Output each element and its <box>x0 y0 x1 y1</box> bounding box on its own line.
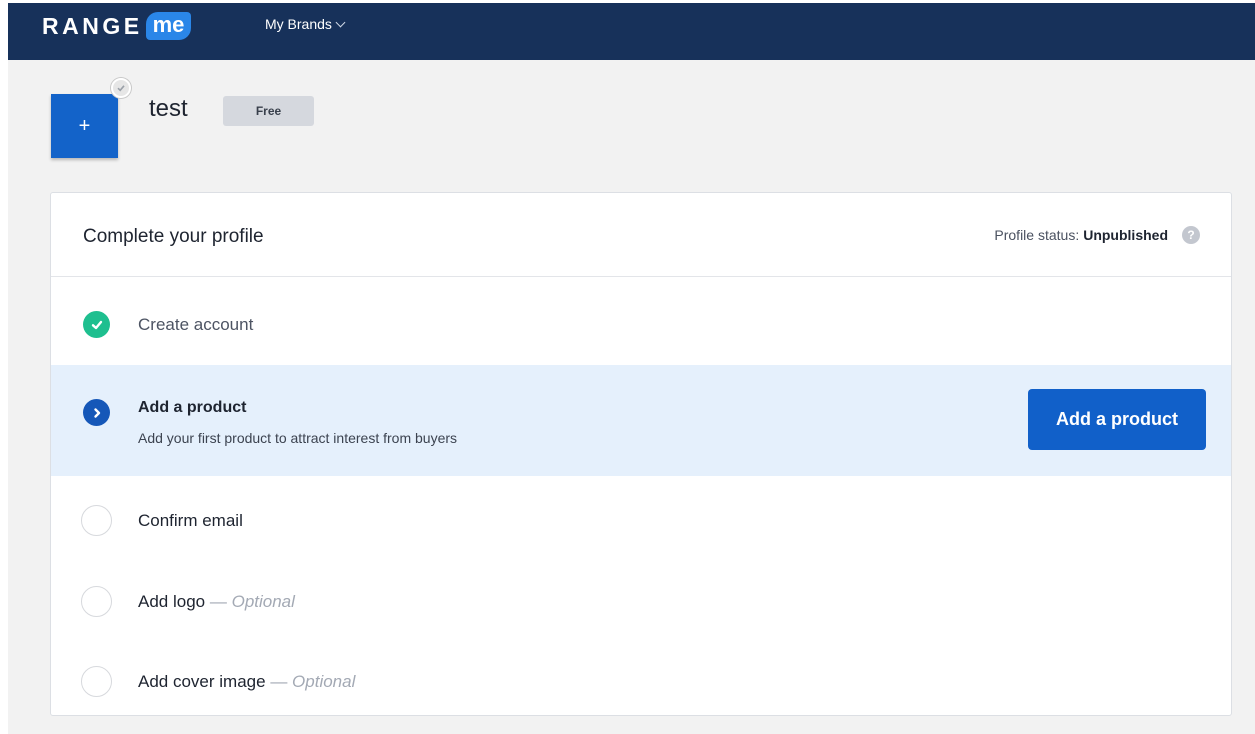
top-nav-bar: RANGE me My Brands <box>8 3 1255 60</box>
my-brands-menu[interactable]: My Brands <box>265 16 346 32</box>
step-title: Add a product <box>138 399 247 416</box>
app-frame: RANGE me My Brands + test Free Complete … <box>8 3 1255 734</box>
profile-status-label: Profile status: <box>994 227 1080 243</box>
step-label-group: Add cover image — Optional <box>138 672 355 692</box>
optional-tag: Optional <box>292 672 356 691</box>
help-icon[interactable]: ? <box>1182 226 1200 244</box>
logo-wordmark: RANGE <box>42 12 143 39</box>
complete-profile-card: Complete your profile Profile status: Un… <box>50 192 1232 716</box>
empty-circle-icon <box>81 666 112 697</box>
add-product-button[interactable]: Add a product <box>1028 389 1206 450</box>
step-label: Add logo <box>138 592 206 611</box>
logo-badge: me <box>145 12 192 40</box>
step-add-logo[interactable]: Add logo — Optional <box>51 556 1231 636</box>
optional-tag: Optional <box>231 592 295 611</box>
step-confirm-email[interactable]: Confirm email <box>51 476 1231 556</box>
rangeme-logo[interactable]: RANGE me <box>42 12 192 40</box>
chevron-down-icon <box>335 17 346 27</box>
my-brands-label: My Brands <box>265 16 332 32</box>
step-description: Add your first product to attract intere… <box>138 430 458 446</box>
separator-dash: — <box>270 672 288 691</box>
plus-icon: + <box>78 114 91 137</box>
check-circle-icon <box>83 311 110 338</box>
empty-circle-icon <box>81 586 112 617</box>
card-title: Complete your profile <box>83 226 264 247</box>
card-header: Complete your profile Profile status: Un… <box>51 193 1231 277</box>
profile-status-value: Unpublished <box>1083 227 1168 243</box>
brand-logo-upload-button[interactable]: + <box>51 94 118 158</box>
step-add-product: Add a product Add your first product to … <box>51 365 1231 476</box>
step-label: Confirm email <box>138 511 243 530</box>
profile-status: Profile status: Unpublished ? <box>994 226 1200 244</box>
step-add-cover-image[interactable]: Add cover image — Optional <box>51 636 1231 715</box>
step-create-account: Create account <box>51 277 1231 365</box>
empty-circle-icon <box>81 505 112 536</box>
chevron-right-circle-icon <box>83 399 110 426</box>
plan-badge: Free <box>223 96 314 126</box>
step-label-group: Add logo — Optional <box>138 592 295 612</box>
separator-dash: — <box>209 592 227 611</box>
step-label: Add cover image <box>138 672 266 691</box>
brand-name: test <box>149 95 188 122</box>
step-label: Create account <box>138 315 254 334</box>
verified-check-icon <box>111 78 131 98</box>
